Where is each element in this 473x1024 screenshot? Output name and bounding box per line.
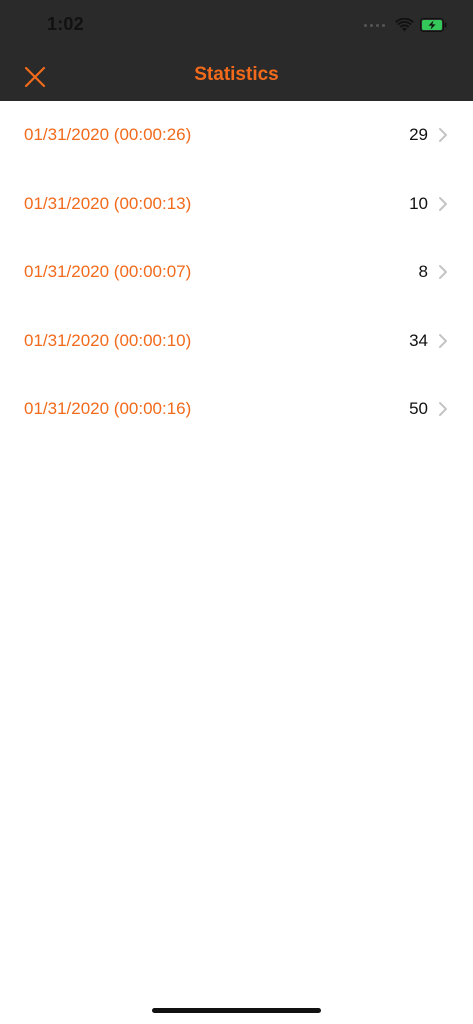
list-item[interactable]: 01/31/2020 (00:00:07) 8 bbox=[0, 238, 473, 307]
list-item[interactable]: 01/31/2020 (00:00:16) 50 bbox=[0, 375, 473, 444]
list-item[interactable]: 01/31/2020 (00:00:26) 29 bbox=[0, 101, 473, 170]
list-item-count: 34 bbox=[409, 330, 428, 350]
cellular-signal-icon bbox=[364, 23, 385, 27]
chevron-right-icon bbox=[439, 402, 447, 416]
list-item[interactable]: 01/31/2020 (00:00:10) 34 bbox=[0, 307, 473, 376]
wifi-icon bbox=[395, 18, 414, 32]
home-indicator[interactable] bbox=[152, 1008, 321, 1013]
chevron-right-icon bbox=[439, 128, 447, 142]
statistics-list: 01/31/2020 (00:00:26) 29 01/31/2020 (00:… bbox=[0, 101, 473, 444]
list-item-date: 01/31/2020 (00:00:07) bbox=[24, 262, 192, 281]
list-item-count: 50 bbox=[409, 399, 428, 418]
list-item-date: 01/31/2020 (00:00:16) bbox=[24, 399, 192, 418]
header: 1:02 Statistics bbox=[0, 0, 473, 101]
list-item-count: 29 bbox=[409, 125, 428, 144]
chevron-right-icon bbox=[439, 333, 447, 348]
list-item-date: 01/31/2020 (00:00:26) bbox=[24, 125, 192, 144]
nav-bar: Statistics bbox=[0, 50, 473, 101]
status-bar: 1:02 bbox=[0, 0, 473, 50]
list-item[interactable]: 01/31/2020 (00:00:13) 10 bbox=[0, 170, 473, 239]
list-item-count: 8 bbox=[418, 262, 428, 281]
battery-charging-icon bbox=[420, 18, 447, 32]
chevron-right-icon bbox=[439, 265, 447, 279]
status-time: 1:02 bbox=[47, 14, 84, 34]
status-icons bbox=[364, 15, 447, 35]
list-item-count: 10 bbox=[409, 193, 428, 213]
chevron-right-icon bbox=[439, 196, 447, 211]
list-item-date: 01/31/2020 (00:00:13) bbox=[24, 193, 192, 213]
list-item-date: 01/31/2020 (00:00:10) bbox=[24, 330, 192, 350]
screen: 1:02 Statistics 01/31/2020 (00:00:26) 29… bbox=[0, 0, 473, 1024]
page-title: Statistics bbox=[194, 64, 279, 85]
